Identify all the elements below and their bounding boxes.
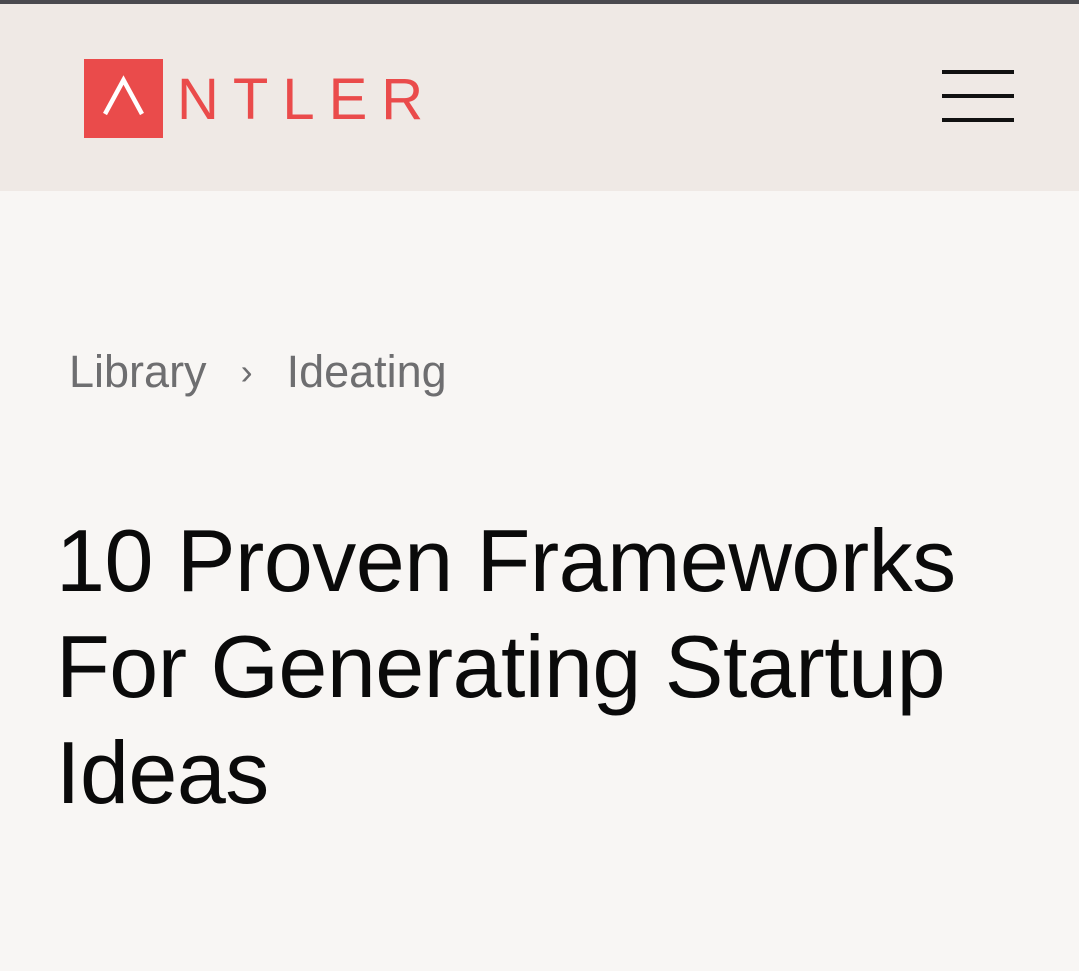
breadcrumb-ideating[interactable]: Ideating	[287, 346, 447, 398]
page-title: 10 Proven Frameworks For Generating Star…	[56, 511, 956, 822]
menu-bar-top	[942, 70, 1014, 74]
breadcrumb: Library › Ideating	[69, 346, 447, 398]
hamburger-menu-icon[interactable]	[942, 70, 1014, 126]
menu-bar-middle	[942, 94, 1014, 98]
antler-logo[interactable]: NTLER	[84, 58, 437, 138]
menu-bar-bottom	[942, 118, 1014, 122]
site-header: NTLER	[0, 4, 1079, 191]
breadcrumb-separator-icon: ›	[240, 351, 253, 392]
logo-mark-icon	[84, 58, 163, 138]
breadcrumb-library[interactable]: Library	[69, 346, 207, 398]
logo-wordmark: NTLER	[177, 67, 438, 132]
